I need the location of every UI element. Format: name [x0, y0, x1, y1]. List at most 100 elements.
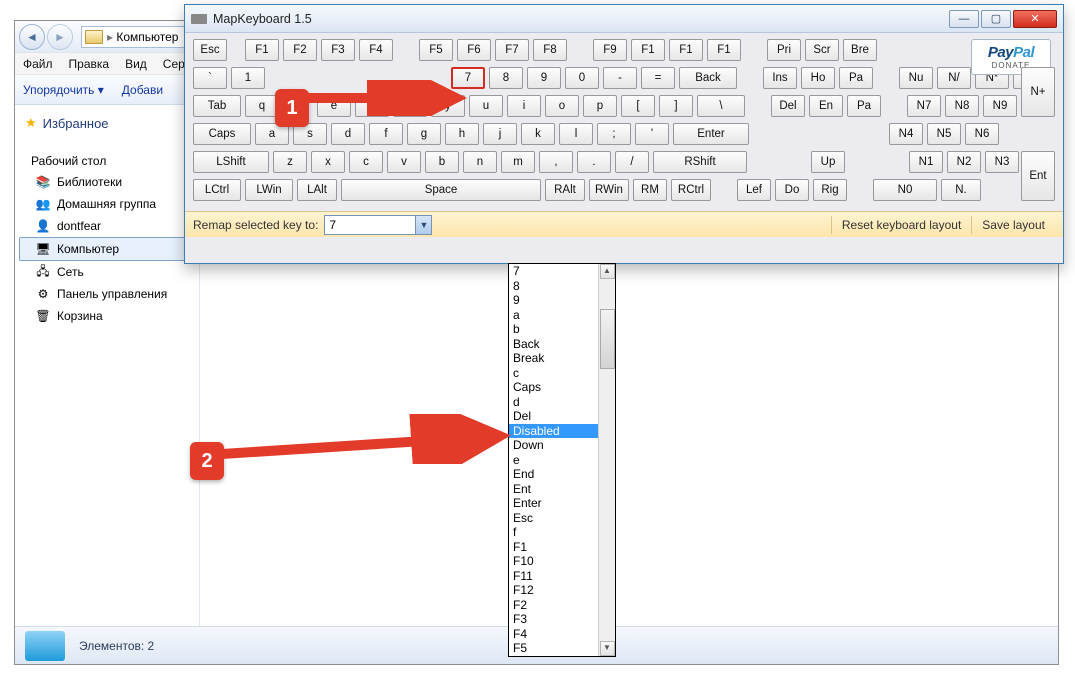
key-num6[interactable]: N6 [965, 123, 999, 145]
key-tab[interactable]: Tab [193, 95, 241, 117]
key-numplus[interactable]: N+ [1021, 67, 1055, 117]
key-rctrl[interactable]: RCtrl [671, 179, 711, 201]
key-rwin[interactable]: RWin [589, 179, 629, 201]
key-q[interactable]: q [245, 95, 279, 117]
key-v[interactable]: v [387, 151, 421, 173]
add-button[interactable]: Добави [122, 83, 163, 97]
key-f8[interactable]: F8 [533, 39, 567, 61]
sidebar-item-recycle[interactable]: 🗑Корзина [19, 305, 195, 327]
save-layout-button[interactable]: Save layout [971, 216, 1055, 234]
reset-layout-button[interactable]: Reset keyboard layout [831, 216, 971, 234]
key-num1[interactable]: N1 [909, 151, 943, 173]
sidebar-item-user[interactable]: 👤dontfear [19, 215, 195, 237]
remap-dropdown-list[interactable]: ▲ ▼ 789abBackBreakcCapsdDelDisabledDowne… [508, 263, 616, 657]
key-rmenu[interactable]: RM [633, 179, 667, 201]
key-period[interactable]: . [577, 151, 611, 173]
key-num8[interactable]: N8 [945, 95, 979, 117]
sidebar-item-homegroup[interactable]: 👥Домашняя группа [19, 193, 195, 215]
sidebar-item-network[interactable]: 🖧Сеть [19, 261, 195, 283]
key-semicolon[interactable]: ; [597, 123, 631, 145]
key-pagedown[interactable]: Pa [847, 95, 881, 117]
key-lctrl[interactable]: LCtrl [193, 179, 241, 201]
key-f2[interactable]: F2 [283, 39, 317, 61]
scroll-up-button[interactable]: ▲ [600, 264, 615, 279]
key-i[interactable]: i [507, 95, 541, 117]
key-num2[interactable]: N2 [947, 151, 981, 173]
key-f5[interactable]: F5 [419, 39, 453, 61]
menu-edit[interactable]: Правка [69, 57, 110, 71]
key-f9[interactable]: F9 [593, 39, 627, 61]
key-1[interactable]: 1 [231, 67, 265, 89]
key-n[interactable]: n [463, 151, 497, 173]
key-f6[interactable]: F6 [457, 39, 491, 61]
key-u[interactable]: u [469, 95, 503, 117]
key-9[interactable]: 9 [527, 67, 561, 89]
remap-dropdown[interactable]: 7 ▼ [324, 215, 432, 235]
key-x[interactable]: x [311, 151, 345, 173]
sidebar-item-computer[interactable]: 🖥Компьютер [19, 237, 195, 261]
scroll-down-button[interactable]: ▼ [600, 641, 615, 656]
minimize-button[interactable]: — [949, 10, 979, 28]
key-down[interactable]: Do [775, 179, 809, 201]
key-h[interactable]: h [445, 123, 479, 145]
back-button[interactable]: ◄ [19, 24, 45, 50]
key-backspace[interactable]: Back [679, 67, 737, 89]
key-esc[interactable]: Esc [193, 39, 227, 61]
key-space[interactable]: Space [341, 179, 541, 201]
key-lalt[interactable]: LAlt [297, 179, 337, 201]
key-equals[interactable]: = [641, 67, 675, 89]
key-f3[interactable]: F3 [321, 39, 355, 61]
key-j[interactable]: j [483, 123, 517, 145]
sidebar-item-controlpanel[interactable]: ⚙Панель управления [19, 283, 195, 305]
key-l[interactable]: l [559, 123, 593, 145]
key-8[interactable]: 8 [489, 67, 523, 89]
key-end[interactable]: En [809, 95, 843, 117]
key-delete[interactable]: Del [771, 95, 805, 117]
favorites-header[interactable]: ★Избранное [19, 113, 195, 133]
key-backslash[interactable]: \ [697, 95, 745, 117]
desktop-header[interactable]: Рабочий стол [19, 151, 195, 171]
key-num9[interactable]: N9 [983, 95, 1017, 117]
breadcrumb[interactable]: Компьютер [116, 30, 178, 44]
key-numdot[interactable]: N. [941, 179, 981, 201]
forward-button[interactable]: ► [47, 24, 73, 50]
key-c[interactable]: c [349, 151, 383, 173]
key-d[interactable]: d [331, 123, 365, 145]
key-m[interactable]: m [501, 151, 535, 173]
key-num4[interactable]: N4 [889, 123, 923, 145]
key-num0[interactable]: N0 [873, 179, 937, 201]
key-numdiv[interactable]: N/ [937, 67, 971, 89]
key-0[interactable]: 0 [565, 67, 599, 89]
scrollbar[interactable]: ▲ ▼ [598, 264, 615, 656]
chevron-down-icon[interactable]: ▼ [415, 216, 431, 234]
key-right[interactable]: Rig [813, 179, 847, 201]
close-button[interactable]: ✕ [1013, 10, 1057, 28]
key-enter[interactable]: Enter [673, 123, 749, 145]
key-lbracket[interactable]: [ [621, 95, 655, 117]
key-k[interactable]: k [521, 123, 555, 145]
key-left[interactable]: Lef [737, 179, 771, 201]
key-scrolllock[interactable]: Scr [805, 39, 839, 61]
key-lwin[interactable]: LWin [245, 179, 293, 201]
key-quote[interactable]: ' [635, 123, 669, 145]
key-backtick[interactable]: ` [193, 67, 227, 89]
key-num5[interactable]: N5 [927, 123, 961, 145]
key-break[interactable]: Bre [843, 39, 877, 61]
key-pageup[interactable]: Pa [839, 67, 873, 89]
sidebar-item-libraries[interactable]: 📚Библиотеки [19, 171, 195, 193]
key-caps[interactable]: Caps [193, 123, 251, 145]
key-printscreen[interactable]: Pri [767, 39, 801, 61]
key-rbracket[interactable]: ] [659, 95, 693, 117]
key-insert[interactable]: Ins [763, 67, 797, 89]
key-num7[interactable]: N7 [907, 95, 941, 117]
key-slash[interactable]: / [615, 151, 649, 173]
key-g[interactable]: g [407, 123, 441, 145]
maximize-button[interactable]: ▢ [981, 10, 1011, 28]
key-b[interactable]: b [425, 151, 459, 173]
key-f4[interactable]: F4 [359, 39, 393, 61]
menu-view[interactable]: Вид [125, 57, 147, 71]
scroll-thumb[interactable] [600, 309, 615, 369]
key-numenter[interactable]: Ent [1021, 151, 1055, 201]
key-f12[interactable]: F1 [707, 39, 741, 61]
key-z[interactable]: z [273, 151, 307, 173]
